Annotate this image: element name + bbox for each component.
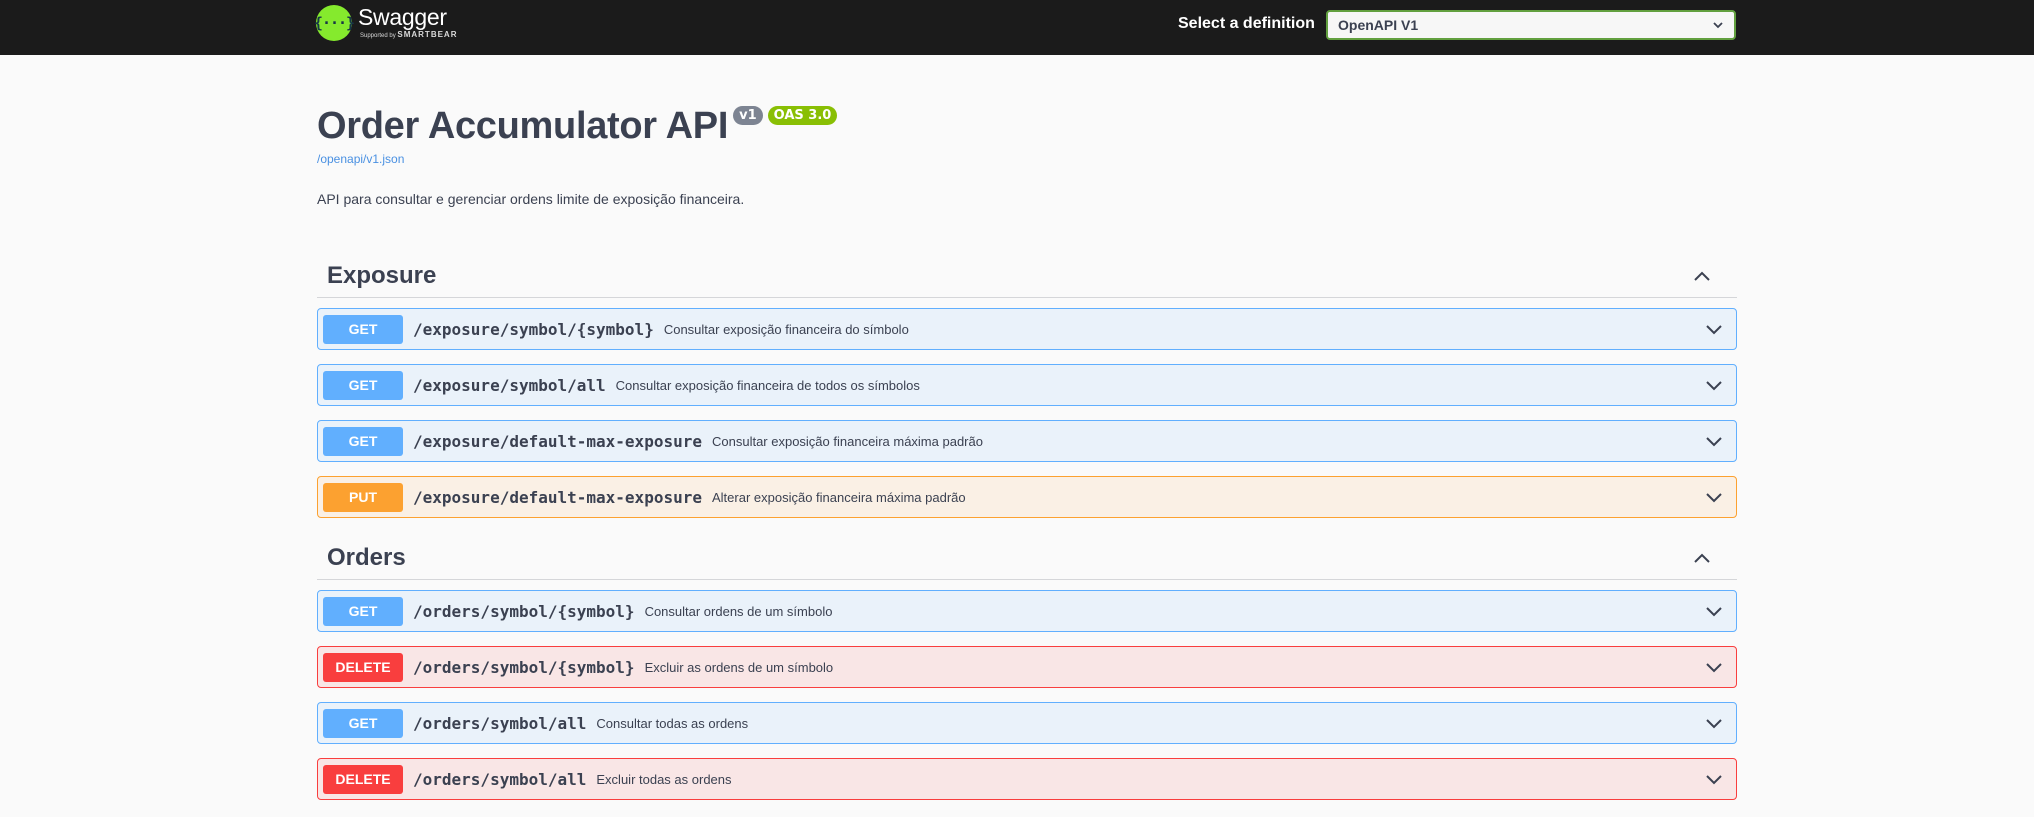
- tag-header-orders[interactable]: Orders: [317, 536, 1737, 580]
- chevron-down-icon[interactable]: [1704, 431, 1724, 451]
- title-row: Order Accumulator API v1 OAS 3.0: [317, 100, 1737, 152]
- version-badge: v1: [733, 106, 763, 125]
- operation-row[interactable]: DELETE /orders/symbol/all Excluir todas …: [317, 758, 1737, 800]
- operation-path: /exposure/symbol/{symbol}: [413, 319, 654, 339]
- tag-title: Exposure: [327, 261, 437, 289]
- chevron-down-icon[interactable]: [1704, 319, 1724, 339]
- logo-supported-text: Supported by: [360, 33, 396, 39]
- operation-row[interactable]: DELETE /orders/symbol/{symbol} Excluir a…: [317, 646, 1737, 688]
- definition-select[interactable]: OpenAPI V1: [1326, 10, 1736, 40]
- operation-path: /exposure/default-max-exposure: [413, 487, 702, 507]
- operation-path: /orders/symbol/all: [413, 769, 587, 789]
- logo-subtitle: Supported by SMARTBEAR: [360, 30, 457, 41]
- method-badge: DELETE: [323, 764, 403, 794]
- oas-badge: OAS 3.0: [767, 106, 838, 125]
- operation-summary: Excluir todas as ordens: [596, 771, 732, 787]
- chevron-down-icon[interactable]: [1704, 375, 1724, 395]
- operation-summary: Consultar todas as ordens: [596, 715, 749, 731]
- operation-path: /exposure/default-max-exposure: [413, 431, 702, 451]
- operation-path: /orders/symbol/{symbol}: [413, 657, 635, 677]
- operation-row[interactable]: GET /orders/symbol/{symbol} Consultar or…: [317, 590, 1737, 632]
- operation-row[interactable]: GET /exposure/symbol/all Consultar expos…: [317, 364, 1737, 406]
- operation-summary: Alterar exposição financeira máxima padr…: [711, 489, 966, 505]
- method-badge: PUT: [323, 482, 403, 512]
- definition-label: Select a definition: [1178, 15, 1315, 32]
- method-badge: GET: [323, 370, 403, 400]
- spec-url-link[interactable]: /openapi/v1.json: [317, 152, 1737, 166]
- definition-select-value: OpenAPI V1: [1338, 17, 1419, 33]
- page-title: Order Accumulator API: [317, 105, 729, 147]
- operation-row[interactable]: PUT /exposure/default-max-exposure Alter…: [317, 476, 1737, 518]
- chevron-down-icon[interactable]: [1704, 769, 1724, 789]
- tag-title: Orders: [327, 543, 406, 571]
- topbar: {···} Swagger Supported by SMARTBEAR Sel…: [0, 0, 2034, 55]
- chevron-up-icon[interactable]: [1692, 548, 1712, 568]
- tag-header-exposure[interactable]: Exposure: [317, 254, 1737, 298]
- operation-path: /orders/symbol/{symbol}: [413, 601, 635, 621]
- method-badge: GET: [323, 596, 403, 626]
- chevron-down-icon[interactable]: [1704, 487, 1724, 507]
- operation-summary: Excluir as ordens de um símbolo: [644, 659, 834, 675]
- chevron-down-icon: [1713, 22, 1723, 29]
- method-badge: GET: [323, 314, 403, 344]
- api-info: Order Accumulator API v1 OAS 3.0 /openap…: [317, 100, 1737, 207]
- operation-path: /exposure/symbol/all: [413, 375, 606, 395]
- method-badge: GET: [323, 426, 403, 456]
- operation-row[interactable]: GET /exposure/symbol/{symbol} Consultar …: [317, 308, 1737, 350]
- operation-path: /orders/symbol/all: [413, 713, 587, 733]
- operation-summary: Consultar ordens de um símbolo: [644, 603, 833, 619]
- swagger-logo-icon: {···}: [314, 4, 355, 41]
- chevron-down-icon[interactable]: [1704, 601, 1724, 621]
- logo-company-text: SMARTBEAR: [397, 30, 458, 39]
- chevron-down-icon[interactable]: [1704, 657, 1724, 677]
- api-description: API para consultar e gerenciar ordens li…: [317, 191, 745, 207]
- chevron-up-icon[interactable]: [1692, 266, 1712, 286]
- operation-summary: Consultar exposição financeira de todos …: [615, 377, 920, 393]
- chevron-down-icon[interactable]: [1704, 713, 1724, 733]
- operation-summary: Consultar exposição financeira do símbol…: [663, 321, 909, 337]
- operation-row[interactable]: GET /orders/symbol/all Consultar todas a…: [317, 702, 1737, 744]
- method-badge: DELETE: [323, 652, 403, 682]
- logo-text: Swagger Supported by SMARTBEAR: [358, 4, 457, 41]
- swagger-logo[interactable]: {···} Swagger Supported by SMARTBEAR: [314, 4, 457, 41]
- logo-name: Swagger: [358, 4, 447, 30]
- operation-row[interactable]: GET /exposure/default-max-exposure Consu…: [317, 420, 1737, 462]
- operation-summary: Consultar exposição financeira máxima pa…: [711, 433, 983, 449]
- method-badge: GET: [323, 708, 403, 738]
